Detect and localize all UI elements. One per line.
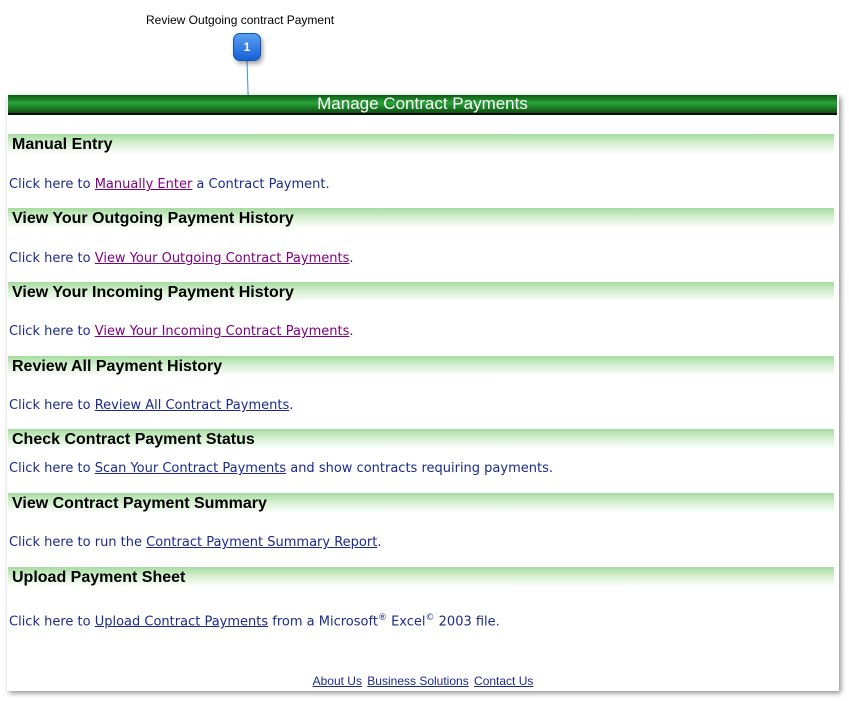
- summary-report-link[interactable]: Contract Payment Summary Report: [146, 535, 377, 550]
- text-prefix: Click here to run the: [9, 535, 147, 550]
- contact-us-link[interactable]: Contact Us: [474, 674, 533, 688]
- section-text-manual-entry: Click here to Manually Enter a Contract …: [9, 177, 330, 192]
- text-prefix: Click here to: [9, 461, 95, 476]
- section-heading: View Contract Payment Summary: [12, 495, 267, 512]
- section-header-summary: View Contract Payment Summary: [8, 493, 834, 513]
- text-prefix: Click here to: [9, 324, 95, 339]
- text-suffix: 2003 file.: [434, 614, 500, 630]
- text-suffix: from a Microsoft: [268, 614, 378, 630]
- section-header-review-all: Review All Payment History: [8, 356, 834, 376]
- registered-mark: ®: [377, 613, 387, 623]
- section-text-outgoing-history: Click here to View Your Outgoing Contrac…: [9, 251, 353, 266]
- section-text-check-status: Click here to Scan Your Contract Payment…: [9, 461, 553, 476]
- section-heading: View Your Outgoing Payment History: [12, 210, 294, 227]
- text-prefix: Click here to: [9, 398, 95, 413]
- text-prefix: Click here to: [9, 614, 95, 630]
- section-heading: Manual Entry: [12, 136, 113, 153]
- scan-contract-payments-link[interactable]: Scan Your Contract Payments: [95, 461, 286, 476]
- text-prefix: Click here to: [9, 177, 95, 192]
- callout-title: Review Outgoing contract Payment: [146, 13, 335, 27]
- view-incoming-payments-link[interactable]: View Your Incoming Contract Payments: [95, 324, 350, 339]
- manually-enter-link[interactable]: Manually Enter: [95, 177, 193, 192]
- about-us-link[interactable]: About Us: [313, 674, 362, 688]
- text-suffix: a Contract Payment.: [192, 177, 330, 192]
- business-solutions-link[interactable]: Business Solutions: [367, 674, 468, 688]
- section-header-upload: Upload Payment Sheet: [8, 567, 834, 587]
- text-suffix: .: [349, 251, 354, 266]
- upload-payments-link[interactable]: Upload Contract Payments: [95, 614, 268, 629]
- manage-payments-panel: Manage Contract Payments Manual Entry Cl…: [7, 95, 839, 691]
- text-suffix: .: [349, 324, 354, 339]
- section-text-summary: Click here to run the Contract Payment S…: [9, 535, 381, 550]
- text-prefix: Click here to: [9, 251, 95, 266]
- section-header-outgoing-history: View Your Outgoing Payment History: [8, 208, 834, 228]
- text-suffix: and show contracts requiring payments.: [286, 461, 553, 476]
- section-text-review-all: Click here to Review All Contract Paymen…: [9, 398, 293, 413]
- callout-badge: 1: [233, 33, 261, 61]
- footer-links: About Us Business Solutions Contact Us: [7, 674, 839, 688]
- text-suffix: Excel: [386, 614, 426, 630]
- page-banner: Manage Contract Payments: [8, 95, 837, 115]
- section-heading: Review All Payment History: [12, 358, 223, 375]
- section-header-manual-entry: Manual Entry: [8, 134, 834, 154]
- section-header-check-status: Check Contract Payment Status: [8, 429, 834, 449]
- review-all-payments-link[interactable]: Review All Contract Payments: [95, 398, 290, 413]
- section-heading: Check Contract Payment Status: [12, 431, 255, 448]
- copyright-mark: ©: [425, 613, 435, 623]
- section-heading: Upload Payment Sheet: [12, 569, 186, 586]
- section-text-incoming-history: Click here to View Your Incoming Contrac…: [9, 324, 354, 339]
- text-suffix: .: [289, 398, 294, 413]
- section-header-incoming-history: View Your Incoming Payment History: [8, 282, 834, 302]
- section-heading: View Your Incoming Payment History: [12, 284, 294, 301]
- view-outgoing-payments-link[interactable]: View Your Outgoing Contract Payments: [95, 251, 350, 266]
- section-text-upload: Click here to Upload Contract Payments f…: [9, 613, 500, 629]
- page-title: Manage Contract Payments: [317, 94, 528, 113]
- text-suffix: .: [377, 535, 382, 550]
